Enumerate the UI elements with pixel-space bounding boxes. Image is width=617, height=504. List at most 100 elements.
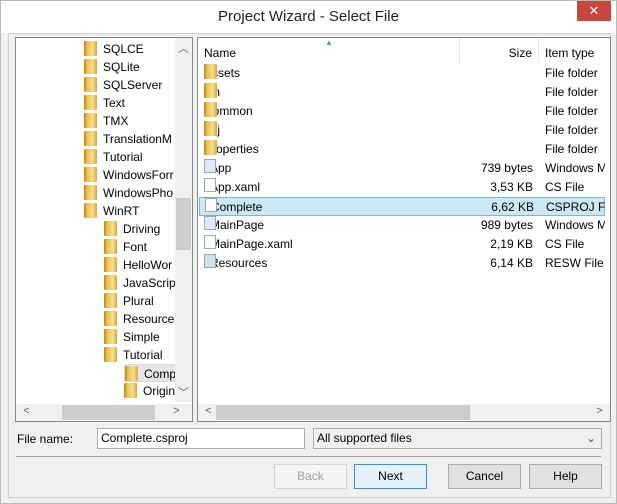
folder-tree[interactable]: SQLCE SQLite SQLServer Text TMX TranslationM T… (15, 37, 193, 422)
next-button[interactable]: Next (354, 464, 427, 489)
tree-item[interactable]: Driving (104, 220, 177, 238)
folder-icon (84, 95, 97, 110)
folder-icon (104, 293, 117, 308)
file-size: 6,14 KB (490, 256, 533, 270)
folder-icon (204, 83, 217, 98)
file-type: CSPROJ Fil (546, 200, 606, 214)
tree-item[interactable]: JavaScript (104, 274, 177, 292)
tree-item[interactable]: WindowsForr (84, 166, 177, 184)
tree-item[interactable]: Text (84, 94, 177, 112)
tree-item[interactable]: TranslationM (84, 130, 177, 148)
file-file-icon (204, 178, 216, 192)
scroll-right-icon[interactable]: > (591, 405, 608, 417)
tree-item[interactable]: Font (104, 238, 177, 256)
scroll-thumb[interactable] (176, 198, 191, 250)
tree-item-label: TranslationM (103, 132, 172, 146)
file-row[interactable]: Complete 6,62 KB CSPROJ Fil (199, 197, 606, 216)
file-row[interactable]: Assets File folder (199, 64, 605, 83)
file-size: 6,62 KB (491, 200, 534, 214)
file-row[interactable]: Resources 6,14 KB RESW File (199, 254, 605, 273)
folder-icon (124, 383, 137, 398)
tree-item[interactable]: Tutorial (84, 148, 177, 166)
file-name: Resources (210, 256, 268, 270)
file-type: Windows M (545, 161, 605, 175)
tree-item[interactable]: SQLite (84, 58, 177, 76)
file-row[interactable]: Properties File folder (199, 140, 605, 159)
tree-item[interactable]: Tutorial (104, 346, 177, 364)
file-name: MainPage.xaml (210, 237, 293, 251)
close-icon[interactable]: ✕ (577, 1, 611, 21)
file-name: MainPage (210, 218, 265, 232)
title-bar: Project Wizard - Select File ✕ (1, 1, 616, 33)
tree-item[interactable]: SQLServer (84, 76, 177, 94)
file-type: File folder (545, 123, 598, 137)
tree-item-label: WindowsPho (103, 186, 174, 200)
tree-item-label: WindowsForr (103, 168, 174, 182)
tree-item-label: Plural (123, 294, 154, 308)
scroll-up-icon[interactable]: ︿ (175, 40, 192, 56)
file-row[interactable]: binFile folder (199, 83, 605, 102)
cancel-button[interactable]: Cancel (448, 464, 521, 489)
xaml-file-icon (204, 216, 216, 230)
folder-icon (84, 131, 97, 146)
file-row[interactable]: MainPage 989 bytes Windows M (199, 216, 605, 235)
divider (16, 456, 601, 457)
tree-item[interactable]: Simple (104, 328, 177, 346)
tree-item[interactable]: SQLCE (84, 40, 177, 58)
folder-icon (84, 185, 97, 200)
tree-item[interactable]: Plural (104, 292, 177, 310)
chevron-down-icon: ⌄ (585, 431, 596, 445)
tree-item[interactable]: Origin (124, 382, 177, 400)
help-button[interactable]: Help (529, 464, 602, 489)
list-horizontal-scrollbar[interactable]: < > (198, 404, 610, 421)
tree-item-label: Simple (123, 330, 160, 344)
window-title: Project Wizard - Select File (218, 8, 399, 25)
sort-ascending-icon: ▲ (325, 38, 333, 47)
column-header-type[interactable]: Item type (539, 38, 610, 63)
file-list[interactable]: Name ▲ Size Item type AssetsFile folderb… (197, 37, 611, 422)
file-row[interactable]: MainPage.xaml 2,19 KB CS File (199, 235, 605, 254)
file-row[interactable]: App 739 bytes Windows M (199, 159, 605, 178)
file-name-input[interactable]: Complete.csproj (97, 428, 305, 449)
scroll-right-icon[interactable]: > (168, 405, 185, 417)
scroll-thumb[interactable] (62, 405, 155, 420)
file-row[interactable]: Common File folder (199, 102, 605, 121)
folder-icon (204, 64, 217, 79)
scroll-left-icon[interactable]: < (200, 405, 217, 417)
back-button[interactable]: Back (274, 464, 347, 489)
file-name: Complete (211, 200, 263, 214)
file-type: File folder (545, 85, 598, 99)
scroll-left-icon[interactable]: < (18, 405, 35, 417)
tree-item-label: JavaScript (123, 276, 177, 290)
file-type-select[interactable]: All supported files ⌄ (313, 428, 602, 449)
folder-icon (104, 239, 117, 254)
tree-item[interactable]: Comp (124, 364, 177, 382)
scroll-down-icon[interactable]: ﹀ (175, 384, 192, 400)
folder-icon (104, 221, 117, 236)
tree-item-label: Tutorial (103, 150, 143, 164)
folder-icon (84, 203, 97, 218)
tree-horizontal-scrollbar[interactable]: < > (16, 404, 192, 421)
tree-item-label: Resources (123, 312, 177, 326)
tree-item-label: Font (123, 240, 148, 254)
file-type: RESW File (545, 256, 604, 270)
file-type: CS File (545, 237, 585, 251)
folder-icon (84, 167, 97, 182)
file-row[interactable]: App.xaml 3,53 KB CS File (199, 178, 605, 197)
folder-icon (104, 311, 117, 326)
tree-item[interactable]: HelloWor (104, 256, 177, 274)
tree-vertical-scrollbar[interactable]: ︿ ﹀ (175, 38, 192, 402)
tree-item[interactable]: WinRT (84, 202, 177, 220)
tree-item-label: Origin (143, 384, 176, 398)
file-type: File folder (545, 104, 598, 118)
scroll-thumb[interactable] (216, 405, 470, 420)
tree-item[interactable]: TMX (84, 112, 177, 130)
tree-item[interactable]: Resources (104, 310, 177, 328)
file-row[interactable]: objFile folder (199, 121, 605, 140)
file-type: CS File (545, 180, 585, 194)
column-header-size[interactable]: Size (460, 38, 539, 63)
tree-item[interactable]: WindowsPho (84, 184, 177, 202)
folder-icon (204, 102, 217, 117)
folder-icon (104, 329, 117, 344)
folder-icon (204, 140, 217, 155)
